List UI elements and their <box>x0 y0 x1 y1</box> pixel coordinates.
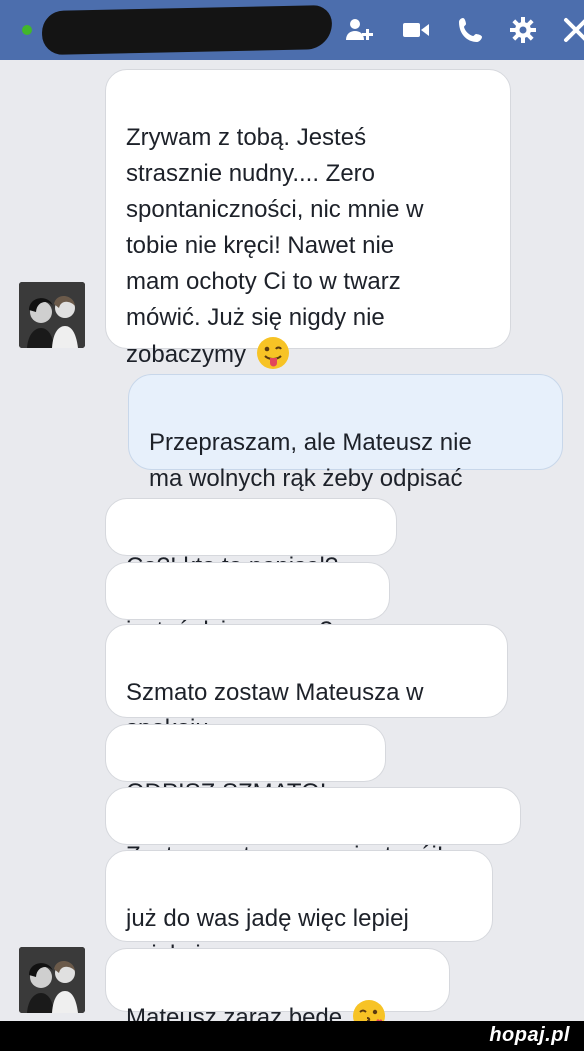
incoming-message: Szmato zostaw Mateusza w spokoju <box>105 624 508 742</box>
watermark-logo: hopaj.pl <box>489 1024 570 1046</box>
phone-call-icon[interactable] <box>455 14 487 46</box>
tongue-out-emoji-icon <box>256 336 290 370</box>
video-call-icon[interactable] <box>400 14 432 46</box>
outgoing-message: Przepraszam, ale Mateusz nie ma wolnych … <box>128 374 563 492</box>
footer-bar: hopaj.pl <box>0 1021 584 1051</box>
contact-name-redacted[interactable] <box>41 4 333 56</box>
close-icon[interactable] <box>560 14 584 46</box>
incoming-message: jesteś dziewczyną? <box>105 562 390 644</box>
incoming-message: już do was jadę więc lepiej uciekaj <box>105 850 493 968</box>
incoming-message: Co?! kto to napisał? <box>105 498 397 580</box>
avatar[interactable] <box>19 282 85 348</box>
avatar[interactable] <box>19 947 85 1013</box>
message-text: Przepraszam, ale Mateusz nie ma wolnych … <box>149 429 472 492</box>
chat-header <box>0 0 584 60</box>
message-thread: Zrywam z tobą. Jesteś strasznie nudny...… <box>0 60 584 1032</box>
settings-gear-icon[interactable] <box>507 14 539 46</box>
incoming-message: Zrywam z tobą. Jesteś strasznie nudny...… <box>105 69 511 369</box>
incoming-message: Mateusz zaraz będę <box>105 948 450 1032</box>
online-status-dot <box>22 25 32 35</box>
add-people-icon[interactable] <box>344 14 376 46</box>
incoming-message: ODPISZ SZMATO! <box>105 724 386 806</box>
incoming-message: Zostaw mateusza on jest mój! <box>105 787 521 869</box>
message-text: Zrywam z tobą. Jesteś strasznie nudny...… <box>126 124 424 368</box>
